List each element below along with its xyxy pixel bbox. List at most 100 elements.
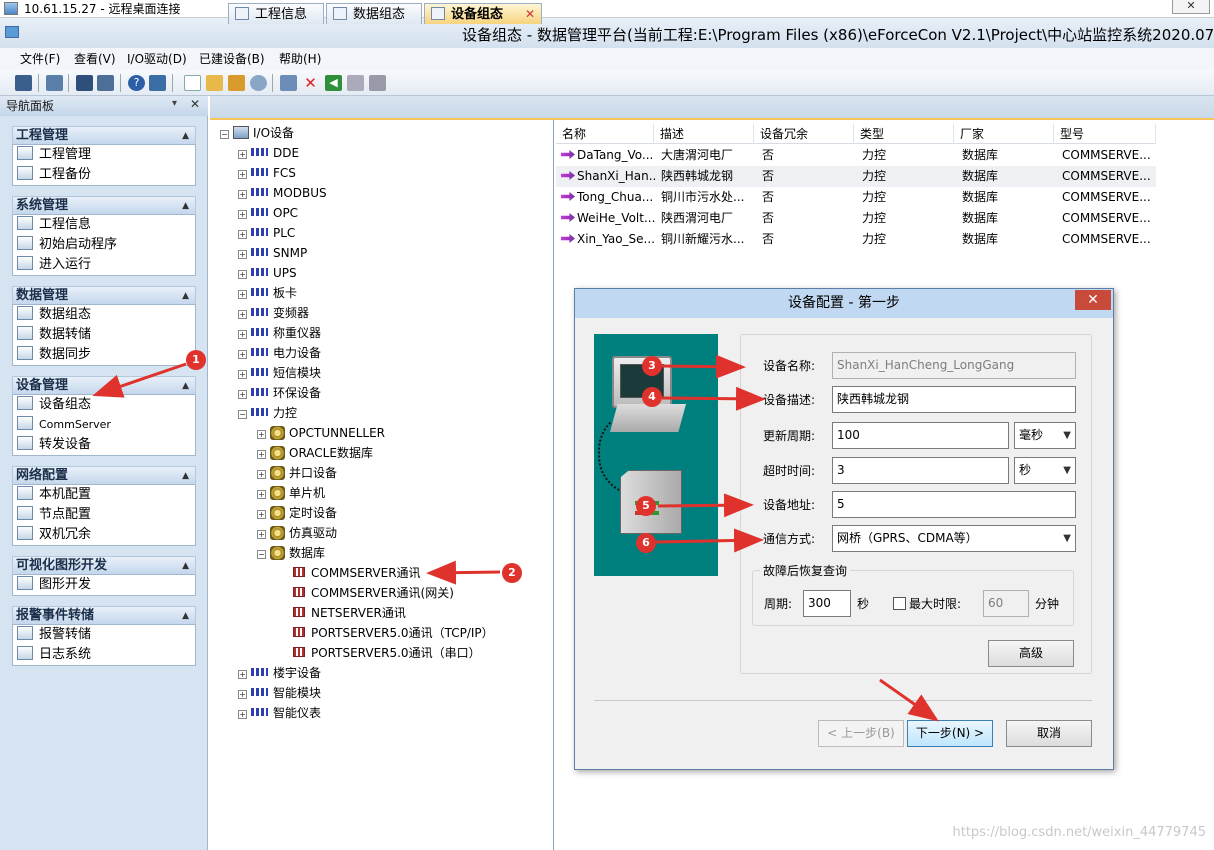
close-icon[interactable]: ✕: [525, 4, 535, 25]
expand-toggle-icon[interactable]: +: [238, 350, 247, 359]
device-name-field[interactable]: ShanXi_HanCheng_LongGang: [832, 352, 1076, 379]
expand-toggle-icon[interactable]: +: [238, 310, 247, 319]
expand-toggle-icon[interactable]: +: [257, 450, 266, 459]
column-header-type[interactable]: 类型: [854, 124, 954, 144]
nav-item-startup-program[interactable]: 初始启动程序: [17, 235, 117, 255]
tree-node[interactable]: + 楼宇设备: [238, 664, 321, 682]
nav-item-data-sync[interactable]: 数据同步: [17, 345, 91, 365]
nav-item-local-config[interactable]: 本机配置: [17, 485, 91, 505]
expand-toggle-icon[interactable]: +: [238, 210, 247, 219]
nav-group-device-management[interactable]: 设备管理 ▲: [12, 376, 196, 394]
new-window-icon[interactable]: [46, 75, 63, 91]
nav-item-alarm-dump[interactable]: 报警转储: [17, 625, 91, 645]
menu-view[interactable]: 查看(V): [74, 51, 116, 67]
next-step-button[interactable]: 下一步(N) >: [907, 720, 993, 747]
column-header-vendor[interactable]: 厂家: [954, 124, 1054, 144]
delete-icon[interactable]: ✕: [302, 75, 319, 91]
tree-node[interactable]: + SNMP: [238, 244, 307, 262]
expand-toggle-icon[interactable]: +: [238, 290, 247, 299]
tree-leaf[interactable]: PORTSERVER5.0通讯（串口）: [293, 644, 481, 662]
tree-node-likong[interactable]: − 力控: [238, 404, 297, 422]
expand-toggle-icon[interactable]: +: [257, 430, 266, 439]
device-desc-field[interactable]: 陕西韩城龙钢: [832, 386, 1076, 413]
dialog-close-button[interactable]: ✕: [1075, 290, 1111, 310]
timeout-field[interactable]: 3: [832, 457, 1009, 484]
nav-item-enter-run[interactable]: 进入运行: [17, 255, 91, 275]
tools-icon[interactable]: [369, 75, 386, 91]
edit-icon[interactable]: [280, 75, 297, 91]
expand-toggle-icon[interactable]: +: [238, 150, 247, 159]
copy-icon[interactable]: [347, 75, 364, 91]
tree-node[interactable]: + PLC: [238, 224, 295, 242]
search-icon[interactable]: [250, 75, 267, 91]
nav-group-network-config[interactable]: 网络配置 ▲: [12, 466, 196, 484]
nav-group-system-management[interactable]: 系统管理 ▲: [12, 196, 196, 214]
expand-toggle-icon[interactable]: +: [257, 470, 266, 479]
column-header-name[interactable]: 名称: [556, 124, 654, 144]
tree-node[interactable]: + 称重仪器: [238, 324, 321, 342]
nav-group-project-management[interactable]: 工程管理 ▲: [12, 126, 196, 144]
max-time-field[interactable]: 60: [983, 590, 1029, 617]
timeout-unit-select[interactable]: 秒 ▼: [1014, 457, 1076, 484]
tree-node[interactable]: + 短信模块: [238, 364, 321, 382]
tree-root[interactable]: − I/O设备: [220, 124, 294, 142]
comm-mode-select[interactable]: 网桥（GPRS、CDMA等） ▼: [832, 525, 1076, 552]
device-address-field[interactable]: 5: [832, 491, 1076, 518]
tree-node-database[interactable]: − 数据库: [257, 544, 325, 562]
table-row[interactable]: WeiHe_Volt... 陕西渭河电厂 否 力控 数据库 COMMSERVE.…: [556, 208, 1156, 229]
tree-leaf[interactable]: PORTSERVER5.0通讯（TCP/IP）: [293, 624, 494, 642]
menu-file[interactable]: 文件(F): [20, 51, 60, 67]
expand-toggle-icon[interactable]: +: [238, 390, 247, 399]
nav-item-node-config[interactable]: 节点配置: [17, 505, 91, 525]
nav-item-dual-redundancy[interactable]: 双机冗余: [17, 525, 91, 545]
menu-built-devices[interactable]: 已建设备(B): [199, 51, 265, 67]
nav-item-forward-device[interactable]: 转发设备: [17, 435, 91, 455]
nav-group-graphics-dev[interactable]: 可视化图形开发 ▲: [12, 556, 196, 574]
collapse-icon[interactable]: ▲: [182, 467, 189, 485]
tree-node[interactable]: + 定时设备: [257, 504, 337, 522]
column-header-model[interactable]: 型号: [1054, 124, 1156, 144]
help-icon[interactable]: ?: [128, 75, 145, 91]
tree-node[interactable]: + 并口设备: [257, 464, 337, 482]
collapse-icon[interactable]: ▲: [182, 607, 189, 625]
expand-toggle-icon[interactable]: +: [257, 490, 266, 499]
tree-node[interactable]: + 变频器: [238, 304, 309, 322]
update-unit-select[interactable]: 毫秒 ▼: [1014, 422, 1076, 449]
tree-node[interactable]: + UPS: [238, 264, 297, 282]
nav-item-data-config[interactable]: 数据组态: [17, 305, 91, 325]
prev-step-button[interactable]: < 上一步(B): [818, 720, 904, 747]
nav-item-project-info[interactable]: 工程信息: [17, 215, 91, 235]
rdp-close-button[interactable]: ✕: [1172, 0, 1210, 14]
tree-leaf[interactable]: COMMSERVER通讯(网关): [293, 584, 454, 602]
nav-item-graphics-dev[interactable]: 图形开发: [17, 575, 91, 595]
tree-node[interactable]: + 智能模块: [238, 684, 321, 702]
collapse-icon[interactable]: ▲: [182, 377, 189, 395]
expand-toggle-icon[interactable]: +: [238, 270, 247, 279]
nav-group-data-management[interactable]: 数据管理 ▲: [12, 286, 196, 304]
tab-data-config[interactable]: 数据组态: [326, 3, 422, 24]
settings-icon[interactable]: [97, 75, 114, 91]
new-file-icon[interactable]: [184, 75, 201, 91]
nav-item-device-config[interactable]: 设备组态: [17, 395, 91, 415]
collapse-icon[interactable]: ▲: [182, 557, 189, 575]
expand-toggle-icon[interactable]: +: [238, 710, 247, 719]
nav-item-data-dump[interactable]: 数据转储: [17, 325, 91, 345]
nav-item-log-system[interactable]: 日志系统: [17, 645, 91, 665]
tree-node[interactable]: + FCS: [238, 164, 296, 182]
monitor-icon[interactable]: [15, 75, 32, 91]
close-icon[interactable]: ✕: [190, 97, 200, 111]
book-icon[interactable]: [149, 75, 166, 91]
expand-toggle-icon[interactable]: +: [238, 230, 247, 239]
nav-item-commserver[interactable]: CommServer: [17, 415, 111, 435]
update-period-field[interactable]: 100: [832, 422, 1009, 449]
tree-node[interactable]: + OPC: [238, 204, 298, 222]
table-row[interactable]: Tong_Chua... 铜川市污水处... 否 力控 数据库 COMMSERV…: [556, 187, 1156, 208]
expand-toggle-icon[interactable]: +: [257, 530, 266, 539]
tree-node[interactable]: + 电力设备: [238, 344, 321, 362]
column-header-redundancy[interactable]: 设备冗余: [754, 124, 854, 144]
tree-node[interactable]: + OPCTUNNELLER: [257, 424, 385, 442]
max-time-checkbox[interactable]: [893, 597, 906, 610]
open-folder-icon[interactable]: [206, 75, 223, 91]
table-row[interactable]: Xin_Yao_Se... 铜川新耀污水... 否 力控 数据库 COMMSER…: [556, 229, 1156, 250]
pin-icon[interactable]: ▾: [172, 98, 177, 109]
